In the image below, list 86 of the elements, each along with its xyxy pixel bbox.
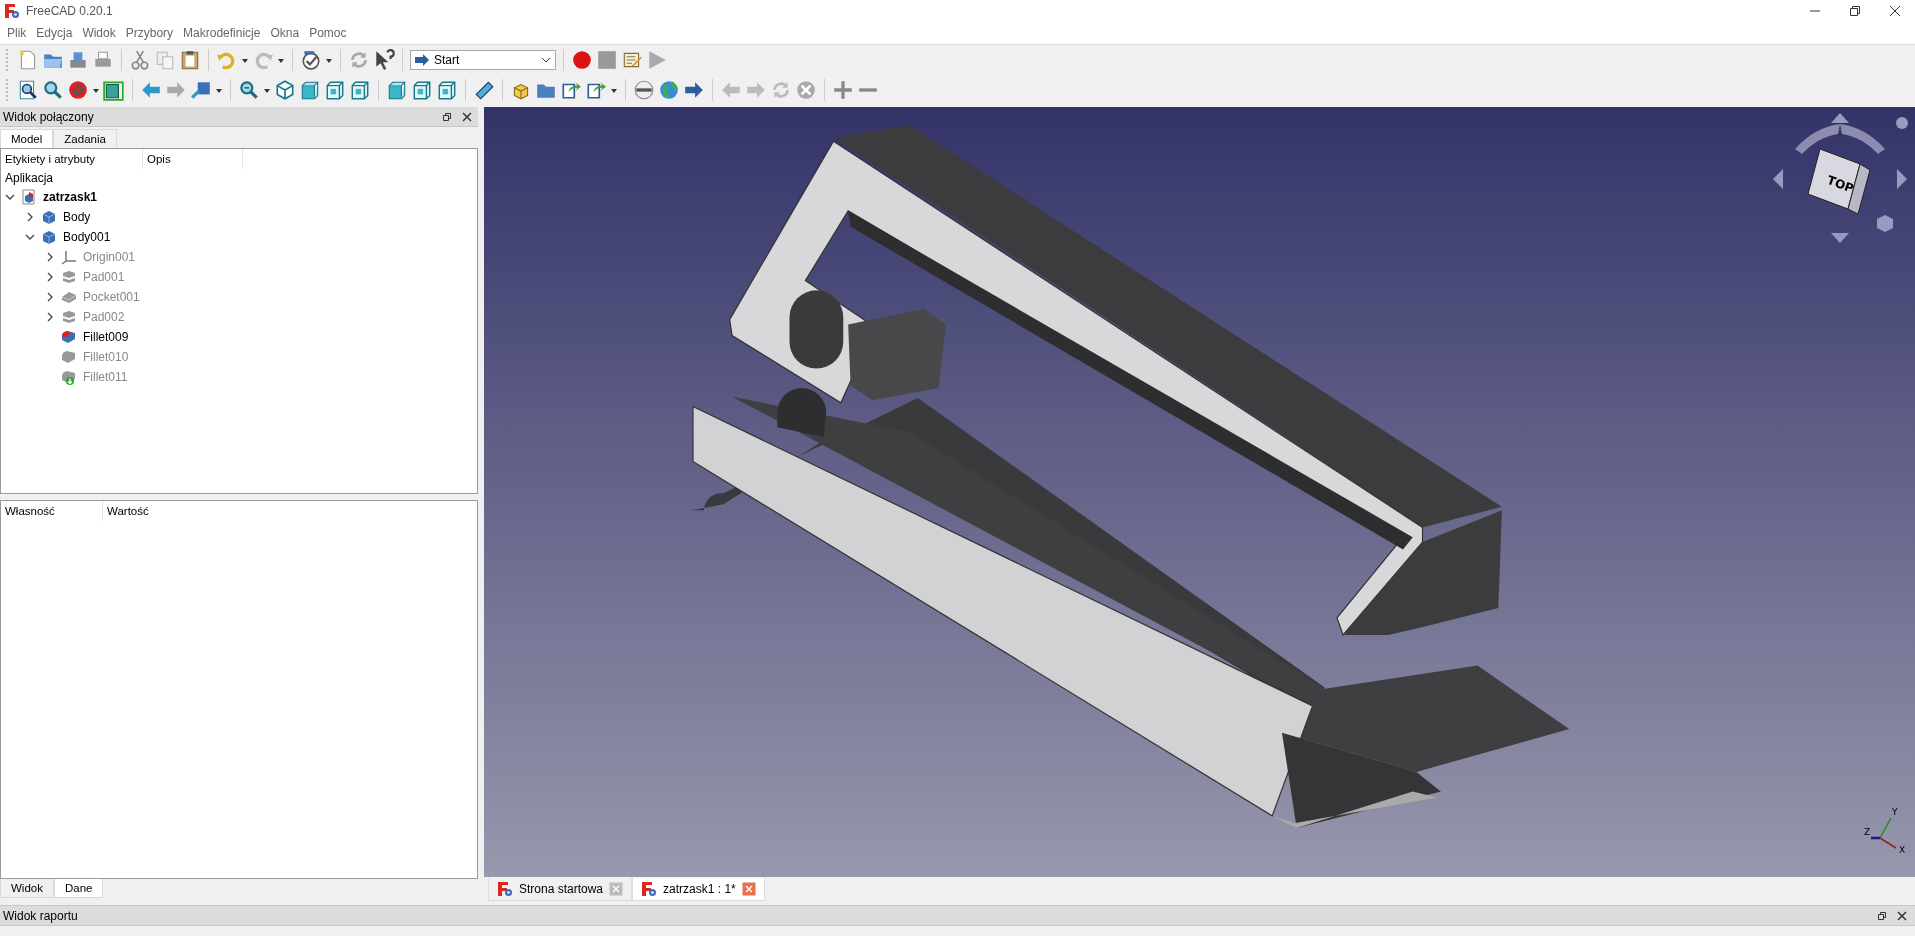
chevron-right-icon[interactable] bbox=[25, 212, 35, 222]
pad-icon bbox=[61, 309, 77, 325]
restore-icon[interactable] bbox=[1849, 5, 1861, 17]
panel-tab[interactable]: Zadania bbox=[53, 129, 117, 148]
axes-icon bbox=[61, 249, 77, 265]
3d-viewport[interactable]: TOP Y Z X bbox=[484, 107, 1915, 877]
document-tab-logo-icon bbox=[641, 881, 658, 897]
window-title: FreeCAD 0.20.1 bbox=[26, 4, 114, 18]
fillet-icon bbox=[61, 349, 77, 365]
axis-triad-drawing: Y Z X bbox=[1861, 805, 1911, 855]
isometric-cube-icon[interactable] bbox=[274, 79, 296, 101]
pocket-icon bbox=[61, 289, 77, 305]
draw-style-icon[interactable] bbox=[67, 79, 89, 101]
globe-icon[interactable] bbox=[658, 79, 680, 101]
ruler-icon[interactable] bbox=[473, 79, 495, 101]
cube-arrow-icon[interactable] bbox=[190, 79, 212, 101]
document-icon bbox=[21, 189, 37, 205]
tree-item[interactable]: Pad001 bbox=[83, 270, 125, 284]
column-header[interactable]: Własność bbox=[1, 501, 103, 521]
close-icon[interactable] bbox=[462, 111, 472, 122]
chevron-right-icon[interactable] bbox=[45, 252, 55, 262]
checkbox-dial-icon[interactable] bbox=[300, 49, 322, 71]
close-icon[interactable] bbox=[1897, 910, 1907, 921]
body-icon bbox=[41, 229, 57, 245]
fit-all-icon[interactable] bbox=[17, 79, 39, 101]
float-icon[interactable] bbox=[442, 111, 452, 122]
chevron-down-icon[interactable] bbox=[5, 192, 15, 202]
workbench-dropdown[interactable]: Start bbox=[410, 50, 556, 70]
tree-item[interactable]: Body001 bbox=[63, 230, 111, 244]
column-header[interactable]: Wartość bbox=[103, 501, 203, 521]
zoom-in-icon[interactable] bbox=[832, 79, 854, 101]
close-icon[interactable] bbox=[1889, 5, 1901, 17]
arrow-icon bbox=[415, 54, 429, 66]
left-view-icon[interactable] bbox=[436, 79, 458, 101]
chevron-right-icon[interactable] bbox=[45, 312, 55, 322]
front-view-icon[interactable] bbox=[299, 79, 321, 101]
top-view-icon[interactable] bbox=[324, 79, 346, 101]
fillet-icon bbox=[61, 369, 77, 385]
whats-this-icon[interactable] bbox=[373, 49, 395, 71]
menu-item[interactable]: Makrodefinicje bbox=[178, 26, 266, 40]
app-logo-icon bbox=[4, 3, 20, 19]
bottom-view-icon[interactable] bbox=[411, 79, 433, 101]
body-icon bbox=[41, 209, 57, 225]
panel-tab[interactable]: Widok bbox=[0, 879, 54, 898]
close-tab-icon[interactable] bbox=[741, 882, 756, 896]
column-header[interactable]: Etykiety i atrybuty bbox=[1, 149, 143, 169]
chevron-right-icon[interactable] bbox=[45, 292, 55, 302]
menu-item[interactable]: Pomoc bbox=[304, 26, 352, 40]
zoom-out-icon[interactable] bbox=[238, 79, 260, 101]
tree-item[interactable]: Pad002 bbox=[83, 310, 125, 324]
column-header[interactable]: Opis bbox=[143, 149, 243, 169]
zoom-icon[interactable] bbox=[42, 79, 64, 101]
record-macro-icon[interactable] bbox=[571, 49, 593, 71]
chevron-down-icon[interactable] bbox=[25, 232, 35, 242]
panel-title: Widok raportu bbox=[3, 908, 79, 923]
tree-item[interactable]: Fillet009 bbox=[83, 330, 129, 344]
document-tab[interactable]: zatrzask1 : 1* bbox=[632, 878, 765, 901]
paste-icon[interactable] bbox=[179, 49, 201, 71]
panel-title: Widok połączony bbox=[3, 109, 95, 124]
menu-item[interactable]: Plik bbox=[2, 26, 32, 40]
menu-item[interactable]: Widok bbox=[77, 26, 121, 40]
tree-item[interactable]: Fillet011 bbox=[83, 370, 128, 384]
tree-item[interactable]: zatrzask1 bbox=[43, 190, 98, 204]
cut-icon[interactable] bbox=[129, 49, 151, 71]
tree-item[interactable]: Pocket001 bbox=[83, 290, 140, 304]
document-tab[interactable]: Strona startowa bbox=[488, 878, 633, 901]
menu-item[interactable]: Przybory bbox=[120, 26, 179, 40]
panel-tab[interactable]: Dane bbox=[53, 879, 104, 898]
bounding-box-icon[interactable] bbox=[103, 79, 125, 101]
save-icon[interactable] bbox=[67, 49, 89, 71]
tree-root-label: Aplikacja bbox=[4, 170, 55, 187]
tree-item[interactable]: Body bbox=[63, 210, 91, 224]
pad-icon bbox=[61, 269, 77, 285]
fillet-icon bbox=[61, 329, 77, 345]
document-tab-logo-icon bbox=[497, 881, 513, 897]
sketch-icon[interactable] bbox=[633, 79, 655, 101]
right-view-icon[interactable] bbox=[349, 79, 371, 101]
menu-item[interactable]: Edycja bbox=[31, 26, 78, 40]
chevron-down-icon bbox=[541, 56, 551, 64]
rear-view-icon[interactable] bbox=[386, 79, 408, 101]
panel-tab[interactable]: Model bbox=[0, 129, 54, 148]
chevron-right-icon[interactable] bbox=[45, 272, 55, 282]
float-icon[interactable] bbox=[1877, 910, 1887, 921]
tree-item[interactable]: Origin001 bbox=[83, 250, 136, 264]
tree-item[interactable]: Fillet010 bbox=[83, 350, 129, 364]
menu-item[interactable]: Okna bbox=[265, 26, 305, 40]
